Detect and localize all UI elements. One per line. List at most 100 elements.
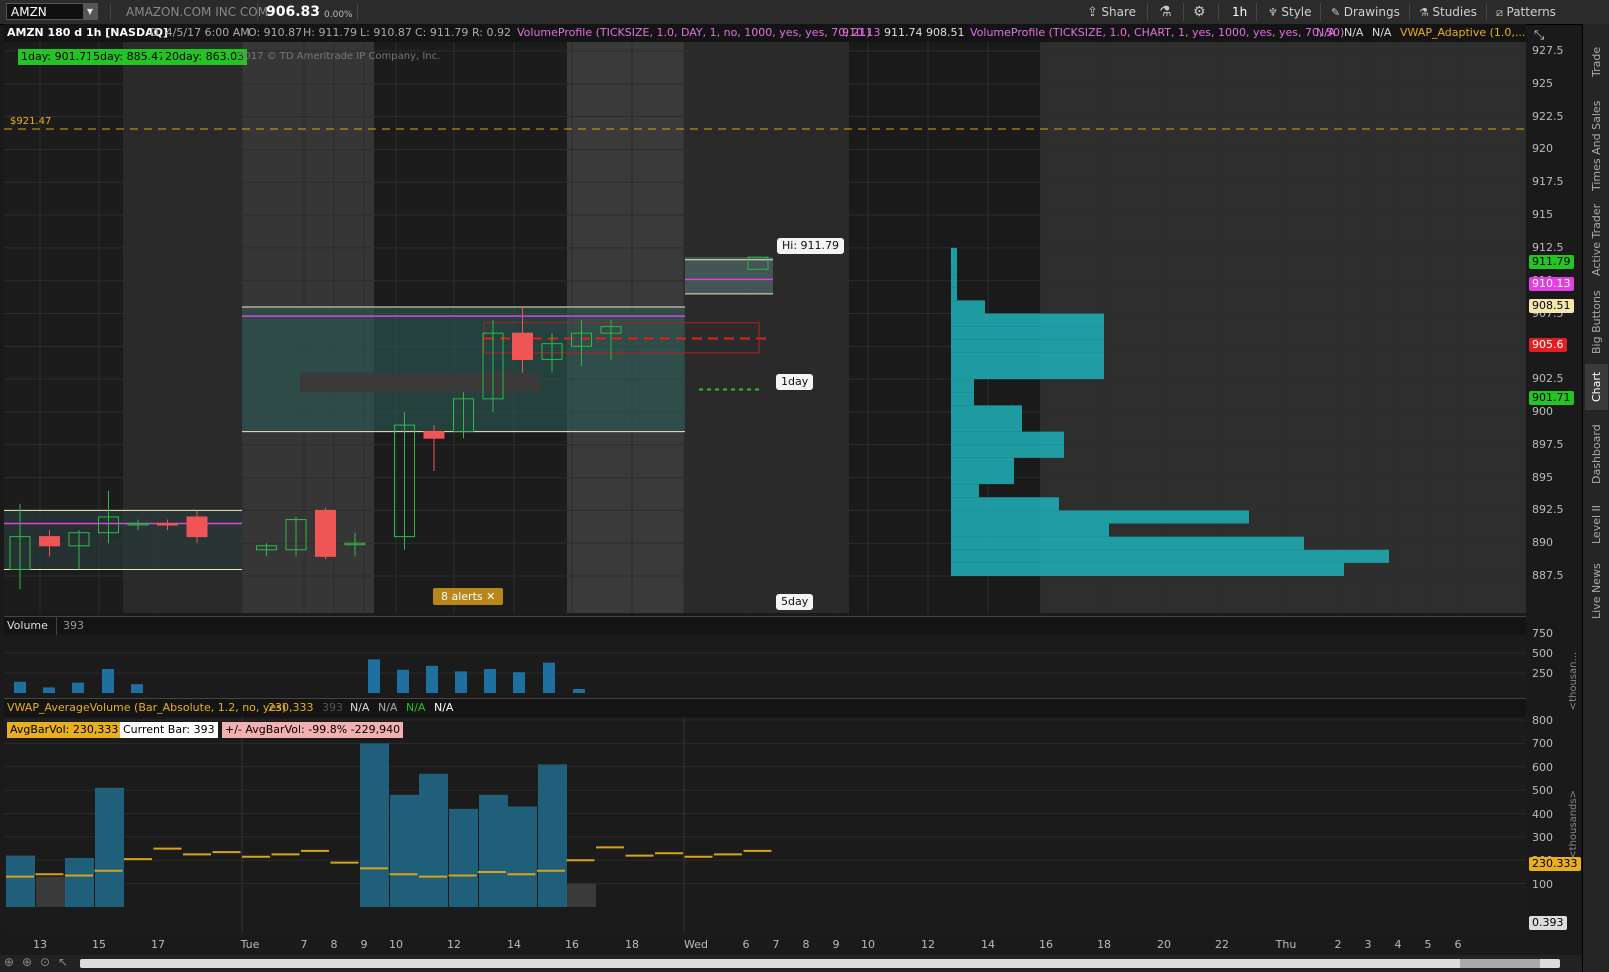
time-tick-label: 9 [361,938,368,951]
sidebar-tab-trade[interactable]: Trade [1585,32,1608,92]
close-icon[interactable]: ✕ [486,590,495,603]
time-tick-label: 12 [921,938,935,951]
vwap-volume-bar [36,876,65,907]
volume-profile-bar [951,392,974,406]
time-tick-label: 3 [1365,938,1372,951]
volume-title[interactable]: Volume [7,617,48,635]
chart-title[interactable]: AMZN 180 d 1h [NASDAQ] [7,24,168,42]
sidebar-tab-chart[interactable]: Chart [1585,364,1608,410]
na-value: N/A [350,701,370,714]
horizontal-scrollbar[interactable] [80,959,1560,968]
vwap-tick-label: 400 [1532,807,1553,821]
zoom-out-icon[interactable]: ⊕ [4,955,14,969]
ma-1day-badge: 1day: 901.71 [18,49,97,65]
volume-profile-study[interactable]: VolumeProfile (TICKSIZE, 1.0, DAY, 1, no… [517,24,871,42]
5day-bubble: 5day [776,594,814,610]
1day-bubble: 1day [776,374,814,390]
time-axis-bg [4,933,1526,955]
vwap-study[interactable]: VWAP_Adaptive (1.0,... [1400,24,1525,42]
patterns-button[interactable]: ⧄ Patterns [1496,0,1556,24]
time-tick-label: 14 [507,938,521,951]
vwap-volume-bar [567,883,596,907]
alerts-label: 8 alerts [441,590,483,603]
studies-button[interactable]: ⚗ Studies [1419,0,1477,24]
vwap-volume-bar [360,743,389,907]
drawings-button[interactable]: ✎ Drawings [1331,0,1400,24]
time-tick-label: 7 [301,938,308,951]
alert-price-label[interactable]: $921.47 [10,116,51,127]
vwap-volume-bar [390,794,419,907]
symbol-input[interactable]: AMZN ▼ [6,3,98,20]
sidebar-tab-dashboard[interactable]: Dashboard [1585,416,1608,492]
bar-open: O: 910.87 [248,26,303,39]
divider [257,3,258,21]
candle-body [512,332,533,360]
change-percent: 0.00% [324,10,353,20]
bar-date: D: 4/5/17 6:00 AM [150,26,250,39]
bottom-scroll-bar: ⊕ ⊕ ⊙ ↖ [0,955,1609,972]
bar-high: H: 911.79 [303,26,357,39]
vwap-tick-label: 800 [1532,714,1553,727]
time-tick-label: 16 [565,938,579,951]
na-value: N/A [1344,26,1364,39]
volume-profile-bar [951,287,957,301]
gear-icon[interactable]: ⚙ [1193,0,1206,24]
magnifier-icon[interactable]: ⊙ [40,955,50,969]
volume-bar [14,681,26,693]
style-button[interactable]: ♆ Style [1268,0,1312,24]
vwap-volume-bar [419,773,448,907]
volume-profile-bar [951,523,1109,537]
volume-bar [455,671,467,693]
share-label: Share [1101,5,1137,19]
alerts-badge[interactable]: 8 alerts ✕ [433,588,504,605]
ma-20day-badge: 20day: 863.03 [162,49,248,65]
vwap-unit: <thousands> [1568,790,1579,859]
sidebar-tab-times-and-sales[interactable]: Times And Sales [1585,96,1608,196]
sidebar-tab-level-ii[interactable]: Level II [1585,496,1608,552]
divider [1320,3,1321,21]
bar-low: L: 910.87 [360,26,412,39]
vp-value-1: 910.13 [842,26,881,39]
scrollbar-thumb[interactable] [1460,959,1540,968]
flask-icon[interactable]: ⚗ [1159,0,1172,24]
price-tick-label: 892.5 [1532,503,1564,517]
volume-tick-label: 250 [1532,667,1553,680]
high-bubble: Hi: 911.79 [777,238,845,254]
session-band [1040,42,1526,613]
sidebar-tab-live-news[interactable]: Live News [1585,556,1608,626]
na-value: N/A [1372,26,1392,39]
share-button[interactable]: ⇪ Share [1087,0,1136,24]
vwap-tick-label: 600 [1532,760,1553,774]
volume-profile-study-2[interactable]: VolumeProfile (TICKSIZE, 1.0, CHART, 1, … [970,24,1344,42]
time-tick-label: 5 [1425,938,1432,951]
cursor-icon[interactable]: ↖ [58,955,68,969]
vwap-title[interactable]: VWAP_AverageVolume (Bar_Absolute, 1.2, n… [7,699,286,717]
price-tick-label: 895 [1532,470,1553,484]
interval-selector[interactable]: 1h [1232,0,1247,24]
price-tick-label: 902.5 [1532,372,1564,386]
time-tick-label: 13 [33,938,47,951]
sidebar-tab-active-trader[interactable]: Active Trader [1585,200,1608,280]
current-vol-axis-label: 0.393 [1529,916,1567,930]
sidebar-tab-big-buttons[interactable]: Big Buttons [1585,284,1608,360]
vwap-volume-bar [449,808,478,907]
time-tick-label: 8 [803,938,810,951]
chevron-down-icon[interactable]: ▼ [83,4,97,19]
candle-style-icon: ♆ [1268,6,1278,19]
expand-icon[interactable]: ⤡ [1534,28,1544,43]
price-chart[interactable] [4,24,1526,613]
time-tick-label: 14 [981,938,995,951]
avg-bar-vol-badge: AvgBarVol: 230,333 [7,722,122,738]
time-tick-label: Wed [684,938,708,951]
vwap-value: 230,333 [268,701,314,714]
divider [357,3,358,21]
zoom-in-icon[interactable]: ⊕ [22,955,32,969]
price-axis[interactable]: 927.5925922.5920917.5915912.5910907.5905… [1526,42,1582,613]
time-tick-label: 8 [331,938,338,951]
na-value: N/A [434,701,454,714]
volume-profile-bar [951,431,1064,445]
volume-profile-bar [951,457,1014,471]
time-axis[interactable]: 13 15 17 Tue 7 8 9 10 12 14 16 18 Wed 6 7 8 9 10 12 14 16 18 2… [4,933,1526,955]
vwap-tick-label: 300 [1532,830,1553,844]
price-label-poc: 905.6 [1529,338,1567,352]
